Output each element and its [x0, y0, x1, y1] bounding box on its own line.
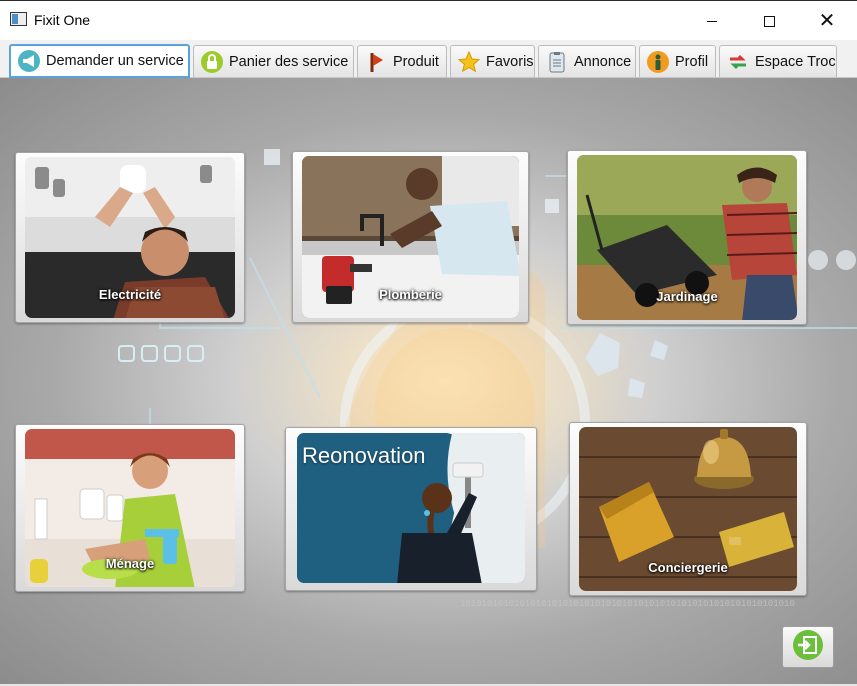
service-label: Electricité — [98, 287, 162, 302]
tab-favoris[interactable]: Favoris — [450, 45, 535, 77]
service-card-reonovation[interactable]: Reonovation — [285, 427, 537, 591]
tab-label: Produit — [393, 53, 439, 70]
tab-demander-un-service[interactable]: Demander un service — [9, 44, 190, 78]
tab-panier-des-service[interactable]: Panier des service — [193, 45, 354, 77]
tab-annonce[interactable]: Annonce — [538, 45, 636, 77]
tab-label: Profil — [675, 53, 709, 70]
reception-bell-photo: Conciergerie — [579, 427, 797, 591]
tab-produit[interactable]: Produit — [357, 45, 447, 77]
painter-photo: Reonovation — [297, 433, 525, 583]
service-label: Ménage — [105, 556, 155, 571]
plumber-photo: Plomberie — [302, 156, 519, 318]
lock-icon — [200, 50, 224, 74]
close-icon: ✕ — [818, 10, 836, 32]
exchange-icon — [726, 50, 750, 74]
tab-label: Demander un service — [46, 53, 184, 69]
tab-label: Annonce — [574, 53, 632, 70]
service-card-conciergerie[interactable]: Conciergerie — [569, 422, 807, 596]
service-label: Jardinage — [656, 289, 718, 304]
minimize-icon — [707, 20, 717, 22]
minimize-button[interactable] — [683, 1, 741, 41]
tab-label: Favoris — [486, 53, 534, 70]
clipboard-icon — [545, 50, 569, 74]
tab-bar: Demander un service Panier des service P… — [0, 40, 857, 78]
person-icon — [646, 50, 670, 74]
service-card-jardinage[interactable]: Jardinage — [567, 150, 807, 325]
megaphone-icon — [17, 49, 41, 73]
window-title: Fixit One — [34, 12, 91, 28]
logout-icon — [792, 629, 824, 666]
service-label: Reonovation — [302, 443, 426, 468]
service-label: Conciergerie — [648, 560, 728, 575]
service-card-menage[interactable]: Ménage — [15, 424, 245, 592]
app-icon — [10, 12, 27, 26]
service-card-plomberie[interactable]: Plomberie — [292, 151, 529, 323]
maximize-icon — [763, 15, 775, 27]
svg-text:101010101010101010101010101010: 1010101010101010101010101010101010101010… — [460, 599, 795, 609]
flag-icon — [364, 50, 388, 74]
tab-espace-troc[interactable]: Espace Troc — [719, 45, 837, 77]
service-label: Plomberie — [379, 287, 442, 302]
cleaning-photo: Ménage — [25, 429, 235, 587]
close-button[interactable]: ✕ — [798, 1, 856, 41]
logout-button[interactable] — [782, 626, 834, 668]
service-panel: 1010101010101010101010101010101010101010… — [0, 78, 857, 684]
gardener-photo: Jardinage — [577, 155, 797, 320]
service-card-electricite[interactable]: Electricité — [15, 152, 245, 323]
tab-profil[interactable]: Profil — [639, 45, 716, 77]
star-icon — [457, 50, 481, 74]
title-bar: Fixit One ✕ — [0, 0, 857, 40]
tab-label: Espace Troc — [755, 53, 836, 70]
tab-label: Panier des service — [229, 53, 349, 70]
electrician-photo: Electricité — [25, 157, 235, 318]
maximize-button[interactable] — [740, 1, 798, 41]
